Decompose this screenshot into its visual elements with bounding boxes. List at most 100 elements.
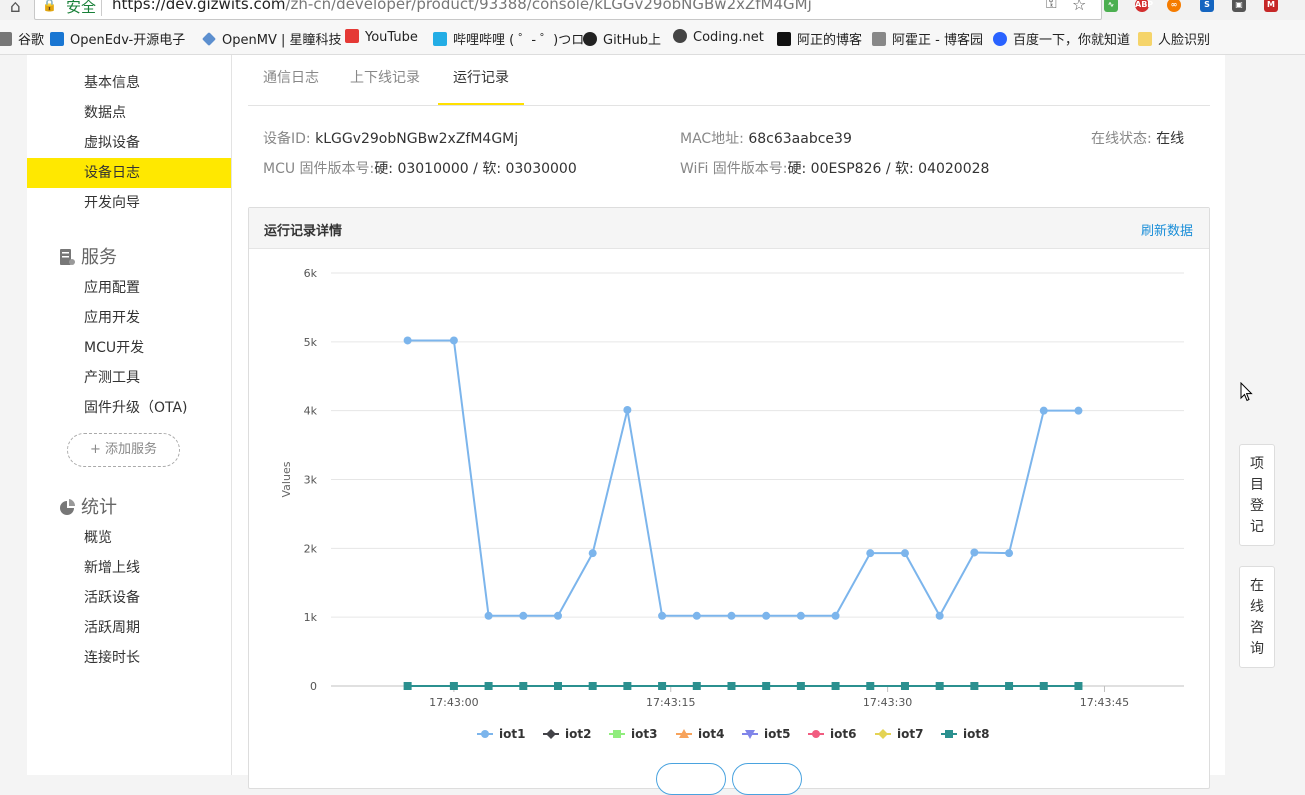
y-tick-label: 4k xyxy=(304,405,318,418)
gmail-icon[interactable]: M xyxy=(1264,0,1278,12)
legend-marker-iot2 xyxy=(546,729,556,739)
data-point-iot1 xyxy=(519,611,528,620)
bookmark-item[interactable]: YouTube xyxy=(345,29,418,45)
run-records-card: 运行记录详情 刷新数据 0 1k 2k 3k 4k 5k 6k Values 17:43:00 1… xyxy=(248,207,1210,789)
bookmark-item[interactable]: OpenEdv-开源电子 xyxy=(50,29,185,48)
x-tick-label: 17:43:30 xyxy=(863,696,912,709)
bilibili-icon xyxy=(433,32,447,46)
coding-icon xyxy=(673,29,687,43)
tab-online-records[interactable]: 上下线记录 xyxy=(350,67,420,103)
data-point-iot8 xyxy=(623,682,632,690)
device-id-row: 设备ID: kLGGv29obNGBw2xZfM4GMj xyxy=(263,128,518,148)
data-point-iot8 xyxy=(831,682,840,690)
sidebar-item-app-config[interactable]: 应用配置 xyxy=(27,273,231,303)
legend-label-iot4: iot4 xyxy=(698,727,724,741)
data-point-iot8 xyxy=(866,682,875,690)
y-tick-label: 2k xyxy=(304,542,318,555)
bookmark-label: 阿正的博客 xyxy=(797,33,863,48)
bookmark-label: GitHub上 xyxy=(603,33,662,48)
home-icon[interactable]: ⌂ xyxy=(10,0,21,17)
lock-icon[interactable]: 🔒 xyxy=(42,0,57,12)
data-point-iot8 xyxy=(449,682,458,690)
sidebar-item-device-log[interactable]: 设备日志 xyxy=(27,158,231,188)
data-point-iot1 xyxy=(449,336,458,345)
secure-label: 安全 xyxy=(66,0,97,16)
data-point-iot1 xyxy=(658,611,667,620)
data-point-iot1 xyxy=(403,336,412,345)
data-point-iot1 xyxy=(1039,406,1048,415)
data-point-iot8 xyxy=(762,682,771,690)
url-path: /zh-cn/developer/product/93388/console/k… xyxy=(285,0,812,13)
mcu-version-value: 硬: 03010000 / 软: 03030000 xyxy=(374,161,577,177)
legend-label-iot2: iot2 xyxy=(565,727,591,741)
data-point-iot1 xyxy=(553,611,562,620)
clear-button[interactable] xyxy=(732,763,802,795)
bookmark-item[interactable]: 人脸识别 xyxy=(1138,29,1210,48)
add-service-button[interactable]: + 添加服务 xyxy=(67,433,180,467)
bookmark-item[interactable]: 谷歌 xyxy=(0,29,44,48)
tab-comm-log[interactable]: 通信日志 xyxy=(263,67,319,103)
bookmark-item[interactable]: 阿正的博客 xyxy=(777,29,862,48)
sidebar-item-label: 活跃设备 xyxy=(84,590,140,606)
mac-row: MAC地址: 68c63aabce39 xyxy=(680,128,852,148)
bookmark-item[interactable]: GitHub上 xyxy=(583,29,661,48)
sidebar-item-active-devices[interactable]: 活跃设备 xyxy=(27,583,231,613)
bookmark-item[interactable]: 阿霍正 - 博客园 xyxy=(872,29,983,48)
sidebar-item-virtual-device[interactable]: 虚拟设备 xyxy=(27,128,231,158)
bookmark-star-icon[interactable]: ☆ xyxy=(1072,0,1086,14)
sidebar-item-connection-time[interactable]: 连接时长 xyxy=(27,643,231,673)
status-value: 在线 xyxy=(1156,131,1185,147)
sidebar-item-label: 基本信息 xyxy=(84,75,140,91)
data-point-iot8 xyxy=(403,682,412,690)
legend-marker-iot1 xyxy=(481,730,489,738)
sidebar-item-label: 设备日志 xyxy=(84,165,140,181)
data-point-iot8 xyxy=(658,682,667,690)
extension-leaf-icon[interactable]: ∿ xyxy=(1104,0,1118,12)
mcu-version-row: MCU 固件版本号:硬: 03010000 / 软: 03030000 xyxy=(263,158,577,178)
sidebar-item-basic-info[interactable]: 基本信息 xyxy=(27,68,231,98)
bookmark-item[interactable]: OpenMV | 星瞳科技 xyxy=(202,29,341,48)
data-point-iot8 xyxy=(727,682,736,690)
bookmark-item[interactable]: 百度一下，你就知道 xyxy=(993,29,1130,48)
github-icon xyxy=(583,32,597,46)
bookmark-item[interactable]: 哔哩哔哩 ( ゜- ゜)つロ xyxy=(433,29,584,48)
extension-infinity-icon[interactable]: ∞ xyxy=(1167,0,1181,12)
data-point-iot8 xyxy=(519,682,528,690)
sidebar-item-overview[interactable]: 概览 xyxy=(27,523,231,553)
key-icon[interactable]: ⚿ xyxy=(1046,0,1057,12)
online-consult-button[interactable]: 在线咨询 xyxy=(1239,566,1275,668)
bookmark-item[interactable]: Coding.net xyxy=(673,29,764,45)
data-point-iot8 xyxy=(970,682,979,690)
sidebar-item-dev-guide[interactable]: 开发向导 xyxy=(27,188,231,218)
x-tick-label: 17:43:15 xyxy=(646,696,695,709)
tab-run-records[interactable]: 运行记录 xyxy=(438,67,524,106)
sidebar-item-ota[interactable]: 固件升级（OTA) xyxy=(27,393,231,423)
sidebar-group-services: 服务 xyxy=(59,243,117,269)
data-point-iot1 xyxy=(623,405,632,414)
export-button[interactable] xyxy=(656,763,726,795)
apps-icon xyxy=(0,32,12,46)
adblock-icon[interactable]: ABP xyxy=(1135,0,1153,12)
sidebar-item-label: 开发向导 xyxy=(84,195,140,211)
url-text[interactable]: https://dev.gizwits.com/zh-cn/developer/… xyxy=(112,0,812,13)
data-point-iot8 xyxy=(900,682,909,690)
sidebar-item-datapoints[interactable]: 数据点 xyxy=(27,98,231,128)
project-register-button[interactable]: 项目登记 xyxy=(1239,444,1275,546)
x-tick-label: 17:43:00 xyxy=(429,696,478,709)
sidebar-item-label: MCU开发 xyxy=(84,340,145,356)
mouse-cursor-icon xyxy=(1240,382,1253,402)
legend-label-iot5: iot5 xyxy=(764,727,790,741)
extension-image-icon[interactable]: ▣ xyxy=(1232,0,1246,12)
server-icon xyxy=(60,249,75,265)
data-point-iot1 xyxy=(970,548,979,557)
sidebar-item-app-dev[interactable]: 应用开发 xyxy=(27,303,231,333)
sidebar-item-mcu-dev[interactable]: MCU开发 xyxy=(27,333,231,363)
sidebar-item-active-period[interactable]: 活跃周期 xyxy=(27,613,231,643)
bookmark-label: 人脸识别 xyxy=(1158,33,1211,48)
bookmark-label: 阿霍正 - 博客园 xyxy=(892,33,983,48)
refresh-data-link[interactable]: 刷新数据 xyxy=(1141,220,1193,239)
data-point-iot8 xyxy=(796,682,805,690)
sidebar-item-new-online[interactable]: 新增上线 xyxy=(27,553,231,583)
extension-s-icon[interactable]: S xyxy=(1200,0,1214,12)
sidebar-item-test-tools[interactable]: 产测工具 xyxy=(27,363,231,393)
